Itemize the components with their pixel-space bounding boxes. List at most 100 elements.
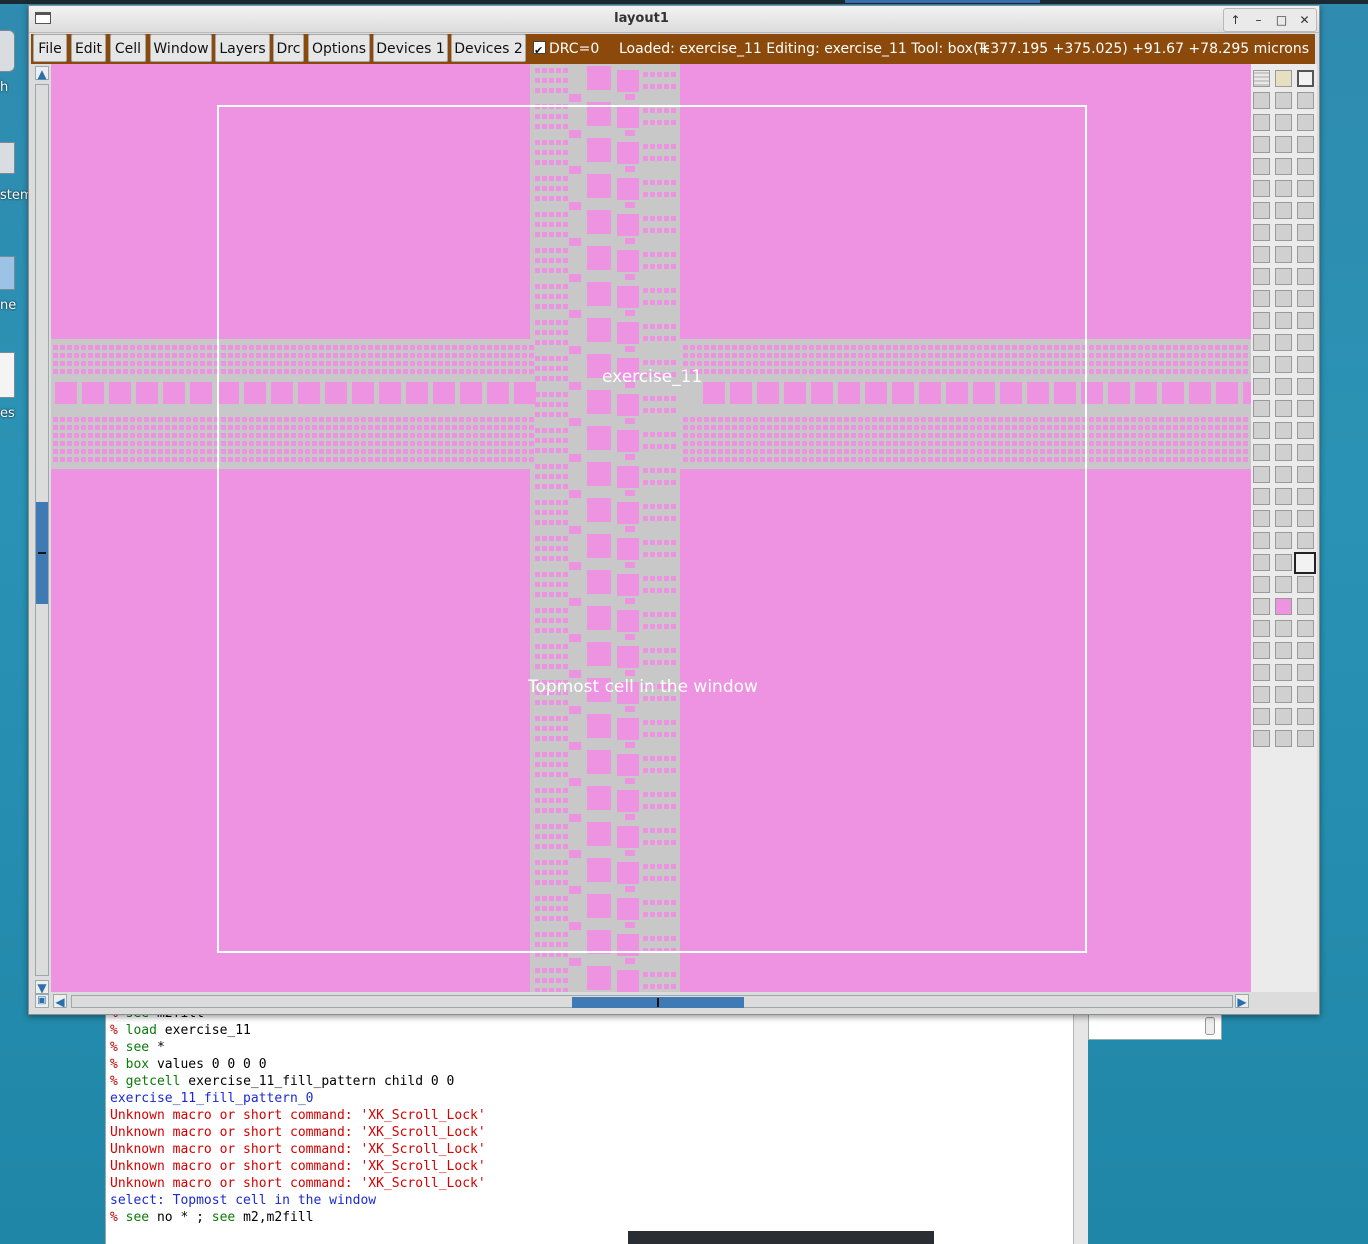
layer-swatch[interactable] xyxy=(1275,708,1292,725)
layer-swatch[interactable] xyxy=(1275,290,1292,307)
vertical-scrollbar[interactable]: ▲ ▼ xyxy=(35,66,49,996)
layer-swatch[interactable] xyxy=(1253,730,1270,747)
layer-swatch[interactable] xyxy=(1253,620,1270,637)
layer-swatch[interactable] xyxy=(1275,466,1292,483)
layer-swatch[interactable] xyxy=(1253,136,1270,153)
horizontal-scroll-trough[interactable] xyxy=(71,995,1233,1008)
layer-swatch[interactable] xyxy=(1297,620,1314,637)
layer-swatch[interactable] xyxy=(1253,510,1270,527)
layer-swatch[interactable] xyxy=(1253,246,1270,263)
layer-swatch[interactable] xyxy=(1275,356,1292,373)
layer-swatch-selected[interactable] xyxy=(1294,552,1316,574)
layer-swatch-metal2[interactable] xyxy=(1275,598,1292,615)
layer-swatch[interactable] xyxy=(1297,202,1314,219)
layer-swatch[interactable] xyxy=(1253,466,1270,483)
layer-swatch[interactable] xyxy=(1297,598,1314,615)
layer-swatch-grid[interactable] xyxy=(1253,70,1270,87)
layer-swatch[interactable] xyxy=(1297,686,1314,703)
close-button[interactable]: ✕ xyxy=(1296,13,1314,27)
layer-swatch[interactable] xyxy=(1297,356,1314,373)
layer-swatch[interactable] xyxy=(1253,488,1270,505)
layer-swatch[interactable] xyxy=(1275,70,1292,87)
layer-swatch[interactable] xyxy=(1297,466,1314,483)
drc-checkbox[interactable] xyxy=(533,37,546,65)
layer-swatch[interactable] xyxy=(1253,686,1270,703)
layer-swatch[interactable] xyxy=(1275,400,1292,417)
layer-swatch[interactable] xyxy=(1275,444,1292,461)
layer-swatch[interactable] xyxy=(1297,334,1314,351)
layer-swatch[interactable] xyxy=(1275,224,1292,241)
layer-swatch[interactable] xyxy=(1297,532,1314,549)
layer-swatch[interactable] xyxy=(1275,378,1292,395)
layer-swatch[interactable] xyxy=(1253,290,1270,307)
layout-canvas[interactable]: exercise_11 Topmost cell in the window xyxy=(51,64,1251,992)
zoom-box-icon[interactable]: ▣ xyxy=(35,994,49,1008)
layer-swatch[interactable] xyxy=(1297,488,1314,505)
layer-swatch[interactable] xyxy=(1297,268,1314,285)
scroll-right-arrow-icon[interactable]: ▶ xyxy=(1235,994,1249,1009)
layer-swatch[interactable] xyxy=(1297,708,1314,725)
layer-swatch[interactable] xyxy=(1275,576,1292,593)
layer-swatch[interactable] xyxy=(1253,642,1270,659)
title-bar[interactable]: layout1 ↑ – □ ✕ xyxy=(29,6,1319,33)
layer-swatch[interactable] xyxy=(1253,378,1270,395)
layer-swatch[interactable] xyxy=(1253,598,1270,615)
layer-swatch[interactable] xyxy=(1275,268,1292,285)
minimize-button[interactable]: – xyxy=(1250,13,1268,27)
layer-swatch[interactable] xyxy=(1275,334,1292,351)
layer-swatch[interactable] xyxy=(1275,532,1292,549)
layer-swatch[interactable] xyxy=(1297,246,1314,263)
layer-swatch[interactable] xyxy=(1253,334,1270,351)
layer-swatch[interactable] xyxy=(1275,202,1292,219)
layer-swatch[interactable] xyxy=(1297,70,1314,87)
layer-swatch[interactable] xyxy=(1297,290,1314,307)
layer-swatch[interactable] xyxy=(1253,708,1270,725)
layer-swatch[interactable] xyxy=(1275,158,1292,175)
scroll-up-arrow-icon[interactable]: ▲ xyxy=(35,66,49,81)
menu-file[interactable]: File xyxy=(33,34,67,62)
layer-swatch[interactable] xyxy=(1253,532,1270,549)
layer-swatch[interactable] xyxy=(1253,268,1270,285)
layer-swatch[interactable] xyxy=(1253,422,1270,439)
layer-swatch[interactable] xyxy=(1297,444,1314,461)
raise-button[interactable]: ↑ xyxy=(1227,13,1245,27)
layer-swatch[interactable] xyxy=(1275,246,1292,263)
layer-swatch[interactable] xyxy=(1275,312,1292,329)
layer-swatch[interactable] xyxy=(1253,114,1270,131)
layer-swatch[interactable] xyxy=(1297,576,1314,593)
console-scrollbar[interactable] xyxy=(1073,1012,1088,1244)
horizontal-scroll-thumb[interactable] xyxy=(572,997,744,1008)
layer-swatch[interactable] xyxy=(1253,202,1270,219)
layer-swatch[interactable] xyxy=(1253,356,1270,373)
folder-icon[interactable] xyxy=(0,256,15,290)
layer-swatch[interactable] xyxy=(1297,730,1314,747)
drive-icon[interactable] xyxy=(0,142,15,174)
layer-swatch[interactable] xyxy=(1253,180,1270,197)
menu-devices-2[interactable]: Devices 2 xyxy=(451,34,526,62)
tcl-console[interactable]: % see m2fill% load exercise_11% see *% b… xyxy=(105,1006,1088,1244)
layer-swatch[interactable] xyxy=(1253,664,1270,681)
layer-swatch[interactable] xyxy=(1275,642,1292,659)
layer-swatch[interactable] xyxy=(1275,730,1292,747)
layer-swatch[interactable] xyxy=(1297,158,1314,175)
layer-swatch[interactable] xyxy=(1275,180,1292,197)
layer-swatch[interactable] xyxy=(1253,444,1270,461)
maximize-button[interactable]: □ xyxy=(1273,13,1291,27)
layer-swatch[interactable] xyxy=(1275,488,1292,505)
layer-swatch[interactable] xyxy=(1253,576,1270,593)
document-icon[interactable] xyxy=(0,352,15,398)
layer-swatch[interactable] xyxy=(1253,400,1270,417)
layer-palette[interactable] xyxy=(1251,64,1317,992)
layer-swatch[interactable] xyxy=(1297,180,1314,197)
layer-swatch[interactable] xyxy=(1297,400,1314,417)
drc-toggle[interactable]: DRC=0 xyxy=(528,35,599,65)
side-panel-scrollbar[interactable] xyxy=(1205,1017,1215,1035)
layer-swatch[interactable] xyxy=(1297,92,1314,109)
layer-swatch[interactable] xyxy=(1297,422,1314,439)
layer-swatch[interactable] xyxy=(1297,664,1314,681)
layer-swatch[interactable] xyxy=(1297,510,1314,527)
layer-swatch[interactable] xyxy=(1253,554,1270,571)
layer-swatch[interactable] xyxy=(1297,312,1314,329)
menu-edit[interactable]: Edit xyxy=(71,34,106,62)
layer-swatch[interactable] xyxy=(1275,620,1292,637)
